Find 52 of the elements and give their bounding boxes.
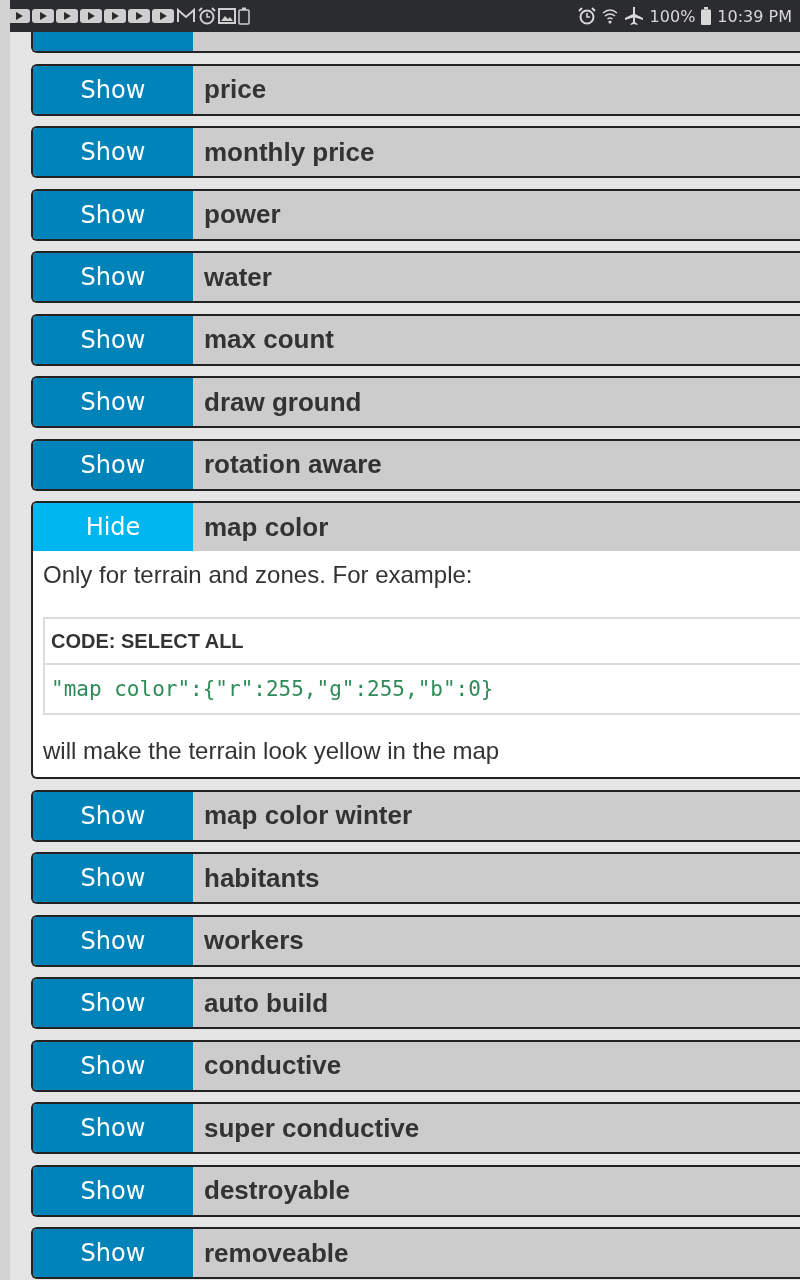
section-title: max count [193, 315, 800, 364]
play-icon [152, 8, 174, 24]
mail-icon [176, 8, 196, 24]
play-icon [56, 8, 78, 24]
section-title: removeable [193, 1229, 800, 1277]
alarm-clock-icon [198, 7, 216, 25]
alarm-clock-icon [577, 7, 596, 25]
toggle-button[interactable]: Show [33, 791, 193, 840]
section-title: workers [193, 916, 800, 965]
section-title: draw ground [193, 378, 800, 426]
code-header: CODE: SELECT ALL [45, 619, 800, 665]
toggle-button[interactable]: Show [33, 315, 193, 364]
clock-time: 10:39 PM [717, 6, 792, 26]
play-icon [80, 8, 102, 24]
wifi-icon [601, 7, 618, 25]
toggle-button[interactable]: Show [33, 979, 193, 1027]
battery-percentage: 100% [649, 6, 696, 26]
section-title: auto build [193, 979, 800, 1027]
toggle-button[interactable]: Show [33, 190, 193, 239]
toggle-button[interactable]: Show [33, 1041, 193, 1090]
toggle-button[interactable]: Show [33, 1104, 193, 1152]
section-title: price [193, 65, 800, 114]
battery-icon [701, 7, 712, 25]
section-title: conductive [193, 1041, 800, 1090]
toggle-button[interactable]: Hide [33, 503, 193, 551]
play-icon [104, 8, 126, 24]
section-title: power [193, 190, 800, 239]
section-title: destroyable [193, 1166, 800, 1215]
toggle-button[interactable]: Show [33, 128, 193, 176]
battery-icon [238, 7, 250, 25]
play-icon [128, 8, 150, 24]
section-title: map color [193, 503, 800, 551]
toggle-button[interactable]: Show [33, 1166, 193, 1215]
section-title: super conductive [193, 1104, 800, 1152]
airplane-icon [623, 6, 644, 26]
section-title: habitants [193, 854, 800, 902]
toggle-button[interactable]: Show [33, 65, 193, 114]
image-icon [218, 8, 236, 24]
toggle-button[interactable]: Show [33, 916, 193, 965]
section-title: water [193, 253, 800, 301]
toggle-button[interactable]: Show [33, 1229, 193, 1277]
toggle-button[interactable]: Show [33, 378, 193, 426]
play-icon [32, 8, 54, 24]
toggle-button[interactable]: Show [33, 440, 193, 489]
toggle-button[interactable]: Show [33, 854, 193, 902]
section-title: map color winter [193, 791, 800, 840]
description-text: Only for terrain and zones. For example: [43, 561, 474, 589]
description-text: will make the terrain look yellow in the map [43, 737, 501, 765]
section-title: rotation aware [193, 440, 800, 489]
code-text: "map color":{"r":255,"g":255,"b":0} [50, 676, 495, 703]
toggle-button[interactable]: Show [33, 253, 193, 301]
section-title: monthly price [193, 128, 800, 176]
